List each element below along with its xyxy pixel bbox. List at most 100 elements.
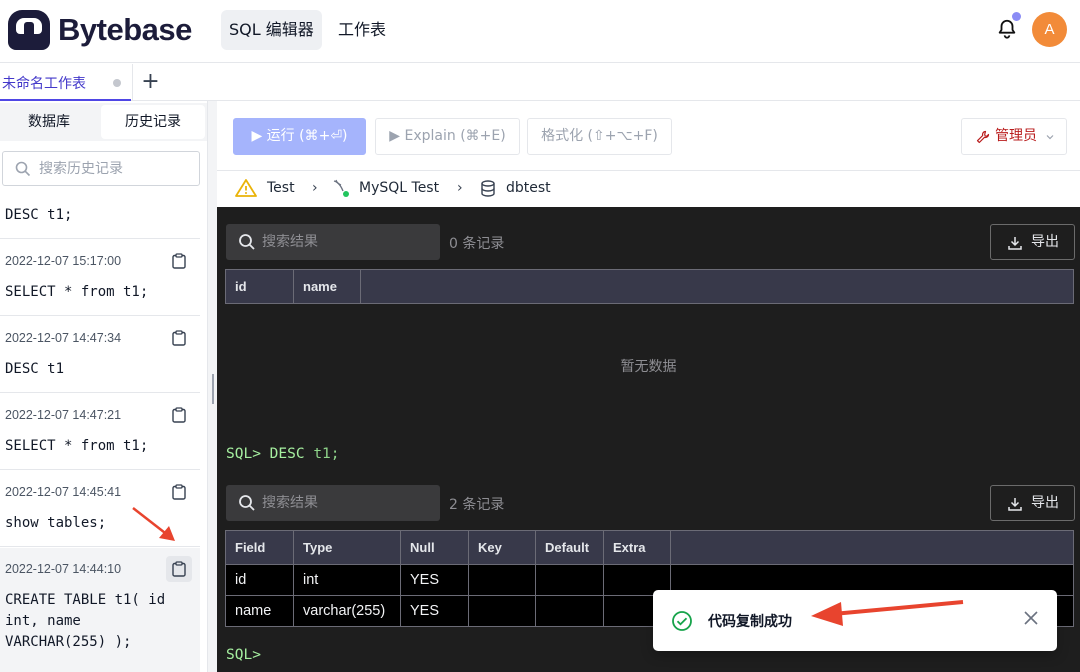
column-header[interactable]: Type [293, 530, 401, 565]
history-timestamp: 2022-12-07 15:17:00 [5, 254, 122, 268]
clipboard-icon [172, 407, 186, 423]
history-sql: show tables; [5, 515, 107, 531]
table-cell[interactable] [535, 564, 604, 596]
chevron-right-icon: › [312, 180, 318, 196]
table-cell[interactable] [535, 595, 604, 627]
download-icon [1008, 498, 1022, 511]
export-label: 导出 [1031, 234, 1059, 250]
export-button[interactable]: 导出 [990, 485, 1075, 521]
tab-databases[interactable]: 数据库 [0, 105, 98, 139]
table-cell[interactable]: YES [400, 595, 469, 627]
result-search [226, 224, 440, 260]
search-icon [15, 161, 31, 177]
editor-toolbar: ▶ 运行 (⌘+⏎) ▶ Explain (⌘+E) 格式化 (⇧+⌥+F) 管… [217, 101, 1080, 171]
add-tab-button[interactable]: + [132, 64, 168, 101]
table-cell[interactable] [468, 595, 536, 627]
result-row-count: 0 条记录 [449, 236, 505, 252]
bell-icon[interactable] [996, 18, 1018, 40]
instance-label[interactable]: MySQL Test [359, 180, 439, 196]
success-toast: 代码复制成功 [653, 590, 1057, 651]
tab-history[interactable]: 历史记录 [101, 105, 205, 139]
wrench-icon [976, 130, 990, 144]
sql-argument: t1; [313, 446, 340, 462]
table-cell[interactable] [468, 564, 536, 596]
copy-button[interactable] [166, 556, 192, 582]
column-header-filler [670, 530, 1074, 565]
history-sidebar: 数据库 历史记录 DESC t1; 2022-12-07 15:17:00 SE… [0, 101, 208, 672]
sheet-tab-label: 未命名工作表 [2, 76, 86, 92]
format-button[interactable]: 格式化 (⇧+⌥+F) [527, 118, 672, 155]
column-header-filler [360, 269, 1074, 304]
sidebar-tabs: 数据库 历史记录 [0, 103, 207, 141]
close-icon[interactable] [1021, 608, 1041, 628]
history-timestamp: 2022-12-07 14:45:41 [5, 485, 122, 499]
sheet-tab-untitled[interactable]: 未命名工作表 [0, 64, 131, 101]
history-item[interactable]: 2022-12-07 14:47:34 DESC t1 [0, 317, 200, 393]
copy-button[interactable] [166, 248, 192, 274]
history-sql: CREATE TABLE t1( id int, name VARCHAR(25… [5, 592, 166, 650]
result-search [226, 485, 440, 521]
clipboard-icon [172, 484, 186, 500]
table-cell[interactable]: varchar(255) [293, 595, 401, 627]
sql-command: DESC [269, 446, 305, 462]
mysql-icon [333, 179, 349, 197]
result-search-input[interactable] [262, 231, 432, 253]
resizer-grip-icon [212, 374, 214, 404]
result-table: id name [225, 269, 1074, 304]
column-header[interactable]: Default [535, 530, 604, 565]
chevron-down-icon [1046, 135, 1054, 140]
column-header[interactable]: Extra [603, 530, 671, 565]
column-header[interactable]: id [225, 269, 294, 304]
table-cell[interactable]: id [225, 564, 294, 596]
notification-dot [1012, 12, 1021, 21]
history-item[interactable]: DESC t1; [0, 197, 200, 239]
copy-button[interactable] [166, 325, 192, 351]
sql-prompt-line[interactable]: SQL> [226, 647, 261, 663]
search-icon [239, 234, 255, 250]
result-row-count: 2 条记录 [449, 497, 505, 513]
history-sql: DESC t1; [5, 207, 73, 223]
brand-name: Bytebase [58, 12, 192, 47]
result-search-input[interactable] [262, 492, 432, 514]
copy-button[interactable] [166, 402, 192, 428]
history-item[interactable]: 2022-12-07 14:44:10 CREATE TABLE t1( id … [0, 548, 200, 672]
history-sql: SELECT * from t1; [5, 284, 149, 300]
run-button[interactable]: ▶ 运行 (⌘+⏎) [233, 118, 366, 155]
export-button[interactable]: 导出 [990, 224, 1075, 260]
bytebase-logo-icon [8, 10, 50, 50]
empty-result-text: 暂无数据 [620, 359, 677, 375]
history-timestamp: 2022-12-07 14:47:21 [5, 408, 122, 422]
history-search-input[interactable] [39, 158, 189, 180]
nav-worksheet[interactable]: 工作表 [330, 10, 394, 50]
history-timestamp: 2022-12-07 14:47:34 [5, 331, 122, 345]
database-label[interactable]: dbtest [506, 180, 551, 196]
sheet-tab-strip: 未命名工作表 + [0, 64, 1080, 101]
history-sql: DESC t1 [5, 361, 65, 377]
copy-button[interactable] [166, 479, 192, 505]
sql-prompt: SQL> [226, 446, 261, 462]
clipboard-icon [172, 330, 186, 346]
table-cell[interactable]: name [225, 595, 294, 627]
column-header[interactable]: Key [468, 530, 536, 565]
environment-label[interactable]: Test [267, 180, 295, 196]
warning-icon [235, 179, 257, 197]
clipboard-icon [172, 561, 186, 577]
table-cell[interactable]: YES [400, 564, 469, 596]
chevron-right-icon: › [457, 180, 463, 196]
toast-message: 代码复制成功 [708, 614, 792, 630]
column-header[interactable]: Null [400, 530, 469, 565]
bytebase-logo[interactable]: Bytebase [8, 10, 192, 50]
export-label: 导出 [1031, 495, 1059, 511]
user-avatar[interactable]: A [1032, 12, 1067, 47]
connection-breadcrumb: Test › MySQL Test › dbtest [217, 171, 1080, 207]
column-header[interactable]: name [293, 269, 361, 304]
admin-mode-button[interactable]: 管理员 [961, 118, 1067, 155]
table-cell[interactable]: int [293, 564, 401, 596]
history-item[interactable]: 2022-12-07 15:17:00 SELECT * from t1; [0, 240, 200, 316]
column-header[interactable]: Field [225, 530, 294, 565]
history-item[interactable]: 2022-12-07 14:47:21 SELECT * from t1; [0, 394, 200, 470]
explain-button[interactable]: ▶ Explain (⌘+E) [375, 118, 520, 155]
history-item[interactable]: 2022-12-07 14:45:41 show tables; [0, 471, 200, 547]
history-sql: SELECT * from t1; [5, 438, 149, 454]
nav-sql-editor[interactable]: SQL 编辑器 [221, 10, 322, 50]
